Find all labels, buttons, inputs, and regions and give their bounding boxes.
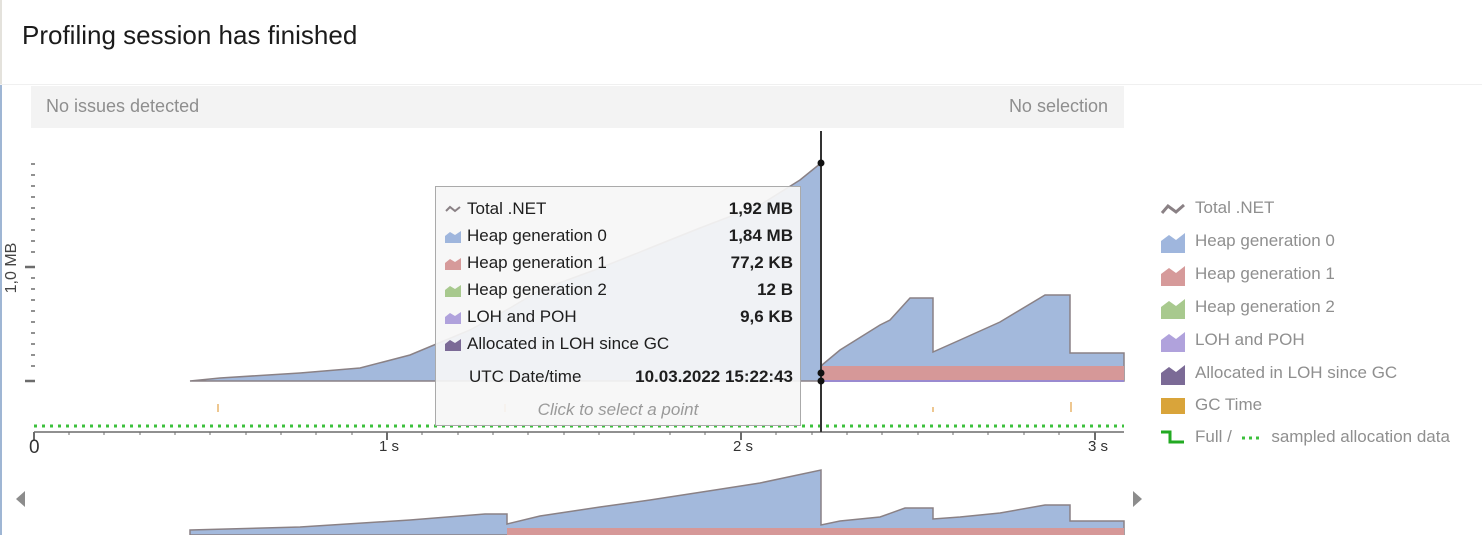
scroll-left-arrow-icon[interactable] <box>16 491 25 507</box>
x-axis <box>33 431 1124 440</box>
loh-poh-icon <box>1161 332 1185 352</box>
tooltip-date-row: UTC Date/time 10.03.2022 15:22:43 <box>436 365 800 391</box>
x-tick-label-0: 0 <box>29 437 40 458</box>
heap-gen1-area <box>822 366 1124 381</box>
legend-label-full: Full / <box>1195 427 1232 446</box>
legend-label: Heap generation 0 <box>1195 231 1335 250</box>
tooltip-label: LOH and POH <box>467 307 577 326</box>
cursor-point-loh <box>817 377 825 385</box>
tooltip-label: Allocated in LOH since GC <box>467 334 670 353</box>
legend-item-gen2[interactable]: Heap generation 2 <box>1158 293 1478 323</box>
total-line-icon <box>1160 203 1185 214</box>
scroll-right-arrow-icon[interactable] <box>1133 491 1142 507</box>
heap-gen0-icon <box>1161 233 1185 253</box>
legend-item-gen0[interactable]: Heap generation 0 <box>1158 227 1478 257</box>
total-line-icon <box>445 205 461 213</box>
tooltip-value: 1,92 MB <box>728 199 793 218</box>
tooltip-hint: Click to select a point <box>537 400 699 419</box>
overview-gen0-area <box>189 469 1125 535</box>
overview-chart[interactable] <box>189 469 1125 535</box>
tooltip-label: Heap generation 0 <box>467 226 607 245</box>
x-tick-label-1s: 1 s <box>379 438 400 455</box>
tooltip-row-total: Total .NET 1,92 MB <box>436 197 800 223</box>
loh-poh-icon <box>445 312 461 324</box>
heap-gen1-icon <box>445 258 461 270</box>
legend-label: LOH and POH <box>1195 330 1305 349</box>
legend-label-sampled: sampled allocation data <box>1271 427 1450 446</box>
legend-item-gen1[interactable]: Heap generation 1 <box>1158 260 1478 290</box>
legend-label: Total .NET <box>1195 198 1275 217</box>
x-tick-label-2s: 2 s <box>733 438 754 455</box>
legend-item-total[interactable]: Total .NET <box>1158 194 1478 224</box>
data-tooltip: Total .NET 1,92 MB Heap generation 0 1,8… <box>435 186 801 426</box>
heap-gen2-icon <box>445 285 461 297</box>
heap-gen0-icon <box>445 231 461 243</box>
issues-status: No issues detected <box>46 96 200 116</box>
legend-label: GC Time <box>1195 395 1263 414</box>
gc-time-icon <box>1161 398 1185 414</box>
y-axis-ticks <box>25 163 35 383</box>
step-line-icon <box>1161 430 1184 444</box>
tooltip-label: Heap generation 1 <box>467 253 607 272</box>
cursor-point-gen1 <box>817 369 825 377</box>
legend-label: Allocated in LOH since GC <box>1195 363 1398 382</box>
tooltip-label: Total .NET <box>467 199 547 218</box>
loh-since-gc-icon <box>1161 365 1185 385</box>
legend-item-gc-time[interactable]: GC Time <box>1158 391 1478 421</box>
tooltip-row-gen0: Heap generation 0 1,84 MB <box>436 224 800 250</box>
x-tick-label-3s: 3 s <box>1088 438 1109 455</box>
tooltip-date-value: 10.03.2022 15:22:43 <box>635 367 793 386</box>
tooltip-value: 1,84 MB <box>728 226 793 245</box>
legend-label: Heap generation 2 <box>1195 297 1335 316</box>
tooltip-date-label: UTC Date/time <box>469 367 582 386</box>
y-axis-label: 1,0 MB <box>3 242 20 294</box>
heap-gen1-icon <box>1161 266 1185 286</box>
dotted-line-icon <box>1241 436 1262 440</box>
header-edge <box>0 0 2 84</box>
legend-item-loh[interactable]: LOH and POH <box>1158 326 1478 356</box>
tooltip-value: 12 B <box>757 280 793 299</box>
loh-since-gc-icon <box>445 339 461 351</box>
overview-gen1-area <box>507 528 1124 535</box>
legend-item-allocation-data[interactable]: Full / sampled allocation data <box>1158 423 1478 453</box>
tooltip-row-gen2: Heap generation 2 12 B <box>436 278 800 304</box>
cursor-point-total <box>817 159 825 167</box>
legend-item-loh-since-gc[interactable]: Allocated in LOH since GC <box>1158 359 1478 389</box>
tooltip-row-loh-since-gc: Allocated in LOH since GC <box>436 332 800 358</box>
tooltip-value: 9,6 KB <box>740 307 793 326</box>
tooltip-row-gen1: Heap generation 1 77,2 KB <box>436 251 800 277</box>
header-divider <box>0 84 1482 85</box>
header: Profiling session has finished <box>0 0 1482 84</box>
legend-label: Full / sampled allocation data <box>1195 427 1450 447</box>
legend-label: Heap generation 1 <box>1195 264 1335 283</box>
tooltip-label: Heap generation 2 <box>467 280 607 299</box>
selection-status: No selection <box>1008 96 1108 116</box>
tooltip-row-loh: LOH and POH 9,6 KB <box>436 305 800 331</box>
page-title: Profiling session has finished <box>22 20 358 50</box>
tooltip-value: 77,2 KB <box>730 253 793 272</box>
status-bar: No issues detected No selection <box>31 86 1124 128</box>
heap-gen2-icon <box>1161 299 1185 319</box>
